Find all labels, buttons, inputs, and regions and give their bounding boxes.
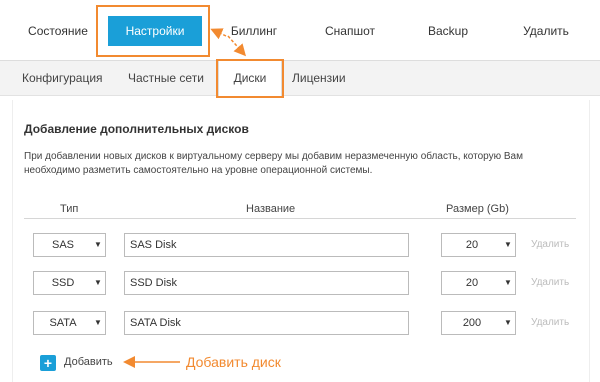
highlight-settings-tab	[96, 5, 210, 57]
sub-nav: Конфигурация Частные сети Диски Лицензии	[0, 60, 600, 98]
column-size: Размер (Gb)	[446, 203, 509, 215]
tab-billing[interactable]: Биллинг	[226, 16, 282, 46]
disk-type-select[interactable]: SSD ▼	[33, 271, 106, 295]
chevron-down-icon: ▼	[94, 318, 102, 327]
disk-type-select[interactable]: SAS ▼	[33, 233, 106, 257]
chevron-down-icon: ▼	[504, 278, 512, 287]
disk-type-value: SSD	[51, 277, 75, 289]
section-description: При добавлении новых дисков к виртуально…	[24, 151, 523, 176]
disk-name-input[interactable]: SAS Disk	[124, 233, 409, 257]
disk-size-select[interactable]: 20 ▼	[441, 233, 516, 257]
column-name: Название	[246, 203, 296, 215]
chevron-down-icon: ▼	[94, 240, 102, 249]
header-divider	[24, 218, 576, 219]
subtab-private-networks[interactable]: Частные сети	[128, 61, 204, 97]
disk-name-input[interactable]: SSD Disk	[124, 271, 409, 295]
disk-size-select[interactable]: 20 ▼	[441, 271, 516, 295]
tab-snapshot[interactable]: Снапшот	[318, 16, 382, 46]
tab-delete[interactable]: Удалить	[516, 16, 576, 46]
disk-size-value: 200	[462, 317, 482, 329]
subtab-configuration[interactable]: Конфигурация	[22, 61, 103, 97]
column-type: Тип	[60, 203, 79, 215]
delete-disk-link[interactable]: Удалить	[531, 277, 569, 288]
top-nav: Состояние Настройки Биллинг Снапшот Back…	[0, 0, 600, 60]
subtab-licenses[interactable]: Лицензии	[292, 61, 346, 97]
disk-size-value: 20	[465, 239, 479, 251]
delete-disk-link[interactable]: Удалить	[531, 317, 569, 328]
add-disk-label: Добавить	[64, 356, 113, 368]
disk-name-input[interactable]: SATA Disk	[124, 311, 409, 335]
plus-icon: +	[40, 355, 56, 371]
disk-type-value: SATA	[49, 317, 77, 329]
disk-type-value: SAS	[51, 239, 74, 251]
section-title: Добавление дополнительных дисков	[24, 122, 249, 136]
annotation-add-disk: Добавить диск	[186, 354, 281, 370]
delete-disk-link[interactable]: Удалить	[531, 239, 569, 250]
tab-backup[interactable]: Backup	[420, 16, 476, 46]
disk-size-value: 20	[465, 277, 479, 289]
highlight-disks-tab	[216, 59, 284, 98]
chevron-down-icon: ▼	[504, 318, 512, 327]
chevron-down-icon: ▼	[504, 240, 512, 249]
disk-size-select[interactable]: 200 ▼	[441, 311, 516, 335]
tab-state[interactable]: Состояние	[22, 16, 94, 46]
chevron-down-icon: ▼	[94, 278, 102, 287]
disk-type-select[interactable]: SATA ▼	[33, 311, 106, 335]
